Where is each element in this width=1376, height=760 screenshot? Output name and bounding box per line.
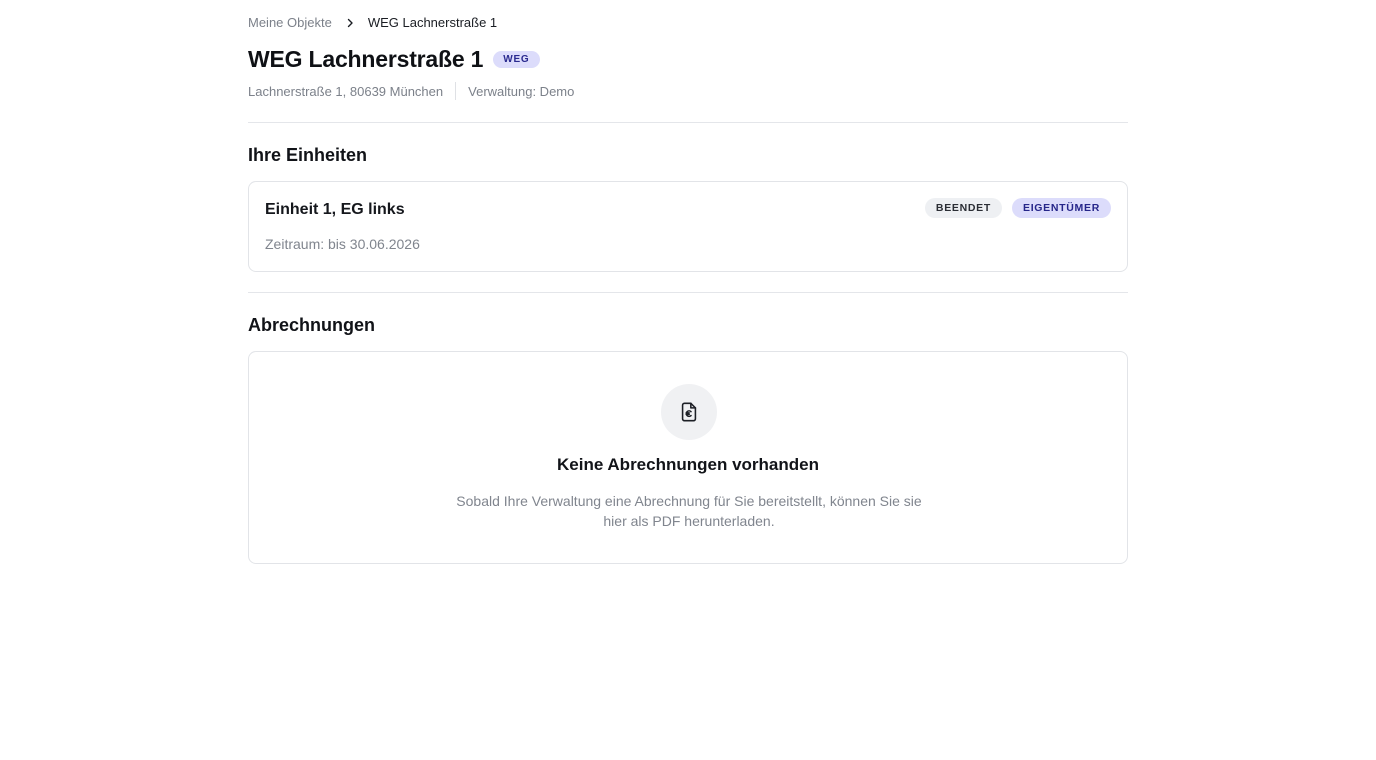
billing-section-title: Abrechnungen [248,315,376,335]
divider [248,122,1128,123]
breadcrumb-link-my-properties[interactable]: Meine Objekte [248,15,332,30]
unit-badges: BEENDET EIGENTÜMER [924,198,1111,218]
meta-divider [455,82,457,100]
divider [248,292,1128,293]
unit-period: Zeitraum: bis 30.06.2026 [265,236,420,252]
empty-state-title: Keine Abrechnungen vorhanden [557,455,819,474]
property-meta: Lachnerstraße 1, 80639 München Verwaltun… [248,82,574,100]
property-type-badge: WEG [493,51,540,68]
property-management: Verwaltung: Demo [468,83,575,99]
page-title: WEG Lachnerstraße 1 [248,46,484,72]
chevron-right-icon [344,17,356,29]
breadcrumb-current: WEG Lachnerstraße 1 [367,15,498,30]
file-euro-icon [661,384,717,440]
unit-card[interactable]: Einheit 1, EG links Zeitraum: bis 30.06.… [248,181,1128,272]
breadcrumb: Meine Objekte WEG Lachnerstraße 1 [248,15,497,30]
unit-name: Einheit 1, EG links [265,201,405,218]
empty-state-text: Sobald Ihre Verwaltung eine Abrechnung f… [456,493,922,529]
status-badge-ended: BEENDET [924,198,1002,218]
title-row: WEG Lachnerstraße 1 WEG [248,46,540,73]
billing-empty-state: Keine Abrechnungen vorhanden Sobald Ihre… [248,351,1128,564]
property-address: Lachnerstraße 1, 80639 München [248,83,444,99]
role-badge-owner: EIGENTÜMER [1011,198,1111,218]
units-section-title: Ihre Einheiten [248,145,368,165]
